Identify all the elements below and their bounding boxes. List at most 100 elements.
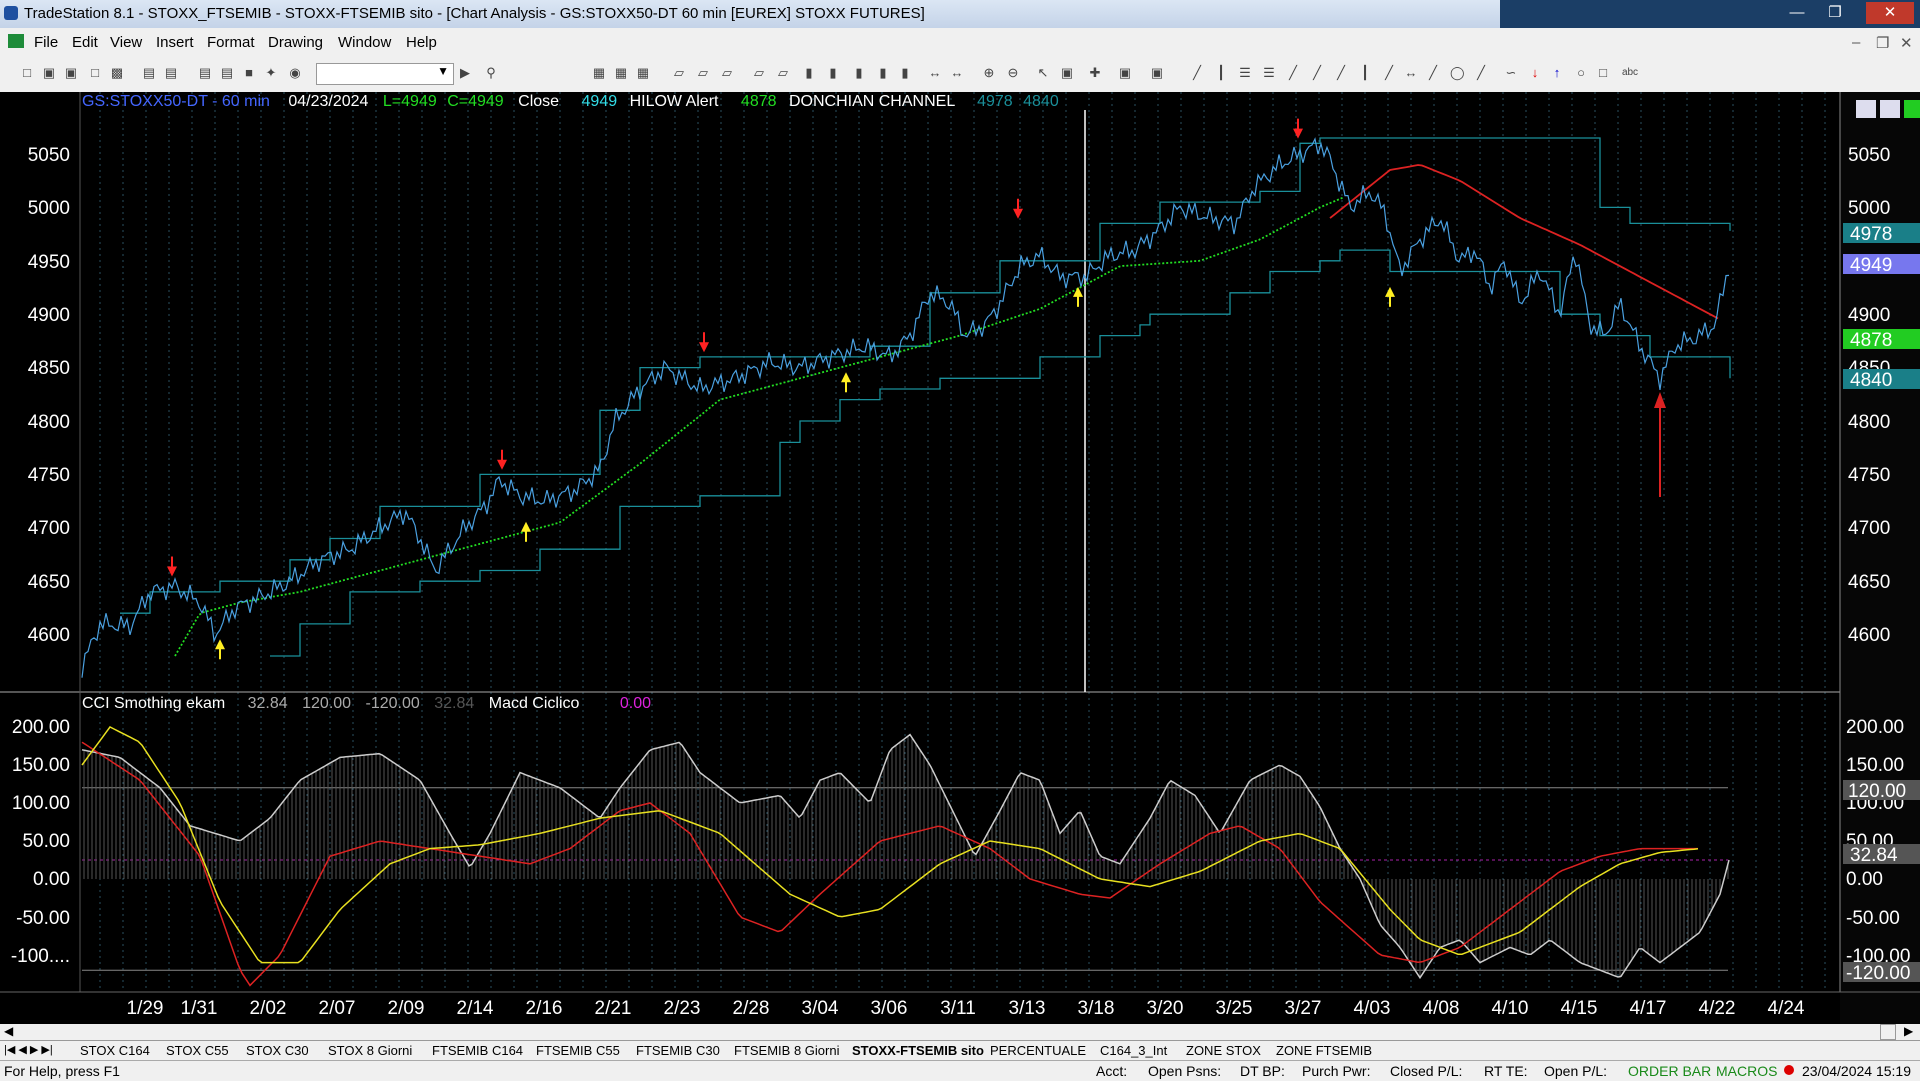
vertical-lines-icon[interactable]: ┃ xyxy=(1214,66,1228,80)
down-arrow-icon[interactable]: ↓ xyxy=(1528,66,1542,80)
chart-area[interactable]: GS:STOXX50-DT - 60 min 04/23/2024 L=4949… xyxy=(0,92,1920,1024)
badge-lower: 4840 xyxy=(1850,370,1892,391)
workspace-icon[interactable]: ▱ xyxy=(752,66,766,80)
chart-minimize-button[interactable] xyxy=(1856,100,1876,118)
mdi-minimize-button[interactable]: – xyxy=(1852,34,1860,51)
chevron-down-icon[interactable]: ▼ xyxy=(437,64,449,78)
menu-drawing[interactable]: Drawing xyxy=(268,34,323,51)
speed-lines-icon[interactable]: ╱ xyxy=(1286,66,1300,80)
play-icon[interactable]: ▶ xyxy=(458,66,472,80)
matrix-icon[interactable]: ▦ xyxy=(636,66,650,80)
parallel-lines-icon[interactable]: ╱ xyxy=(1426,66,1440,80)
open-icon[interactable]: ▣ xyxy=(42,66,56,80)
new-window-icon[interactable]: □ xyxy=(88,66,102,80)
arrow-lr-icon[interactable]: ↔ xyxy=(1404,66,1418,80)
strategy-icon[interactable]: ▱ xyxy=(696,66,710,80)
rectangle-icon[interactable]: □ xyxy=(1596,66,1610,80)
freehand-icon[interactable]: ╱ xyxy=(1474,66,1488,80)
tab-stox-c164[interactable]: STOX C164 xyxy=(80,1043,150,1058)
disabled-icon[interactable]: ▣ xyxy=(1150,66,1164,80)
symbol-input[interactable]: ▼ xyxy=(316,63,454,85)
tab-ftsemib-c30[interactable]: FTSEMIB C30 xyxy=(636,1043,720,1058)
candle-icon[interactable]: ▮ xyxy=(826,66,840,80)
retracement-icon[interactable]: ☰ xyxy=(1262,66,1276,80)
bar-chart-icon[interactable]: ▮ xyxy=(802,66,816,80)
text-icon[interactable]: abc xyxy=(1620,66,1640,80)
zoom-in-icon[interactable]: ⊕ xyxy=(982,66,996,80)
channel-icon[interactable]: ╱ xyxy=(1382,66,1396,80)
lock-icon[interactable]: ■ xyxy=(242,66,256,80)
mdi-close-button[interactable]: ✕ xyxy=(1900,34,1913,52)
arc-icon[interactable]: ◯ xyxy=(1450,66,1465,80)
find-icon[interactable]: ⚲ xyxy=(484,66,498,80)
menu-window[interactable]: Window xyxy=(338,34,391,51)
data-window-icon[interactable]: ▣ xyxy=(1060,66,1074,80)
open-workspace-icon[interactable]: ▣ xyxy=(64,66,78,80)
scroll-left-icon[interactable]: ◀ xyxy=(4,1024,13,1038)
tab-ftsemib-c55[interactable]: FTSEMIB C55 xyxy=(536,1043,620,1058)
macros-icon[interactable]: ◉ xyxy=(288,66,302,80)
gann-fan-icon[interactable]: ╱ xyxy=(1310,66,1324,80)
insert-analysis-icon[interactable]: ▱ xyxy=(776,66,790,80)
close-button[interactable]: ✕ xyxy=(1866,2,1914,24)
menu-edit[interactable]: Edit xyxy=(72,34,98,51)
print-icon[interactable]: ▤ xyxy=(164,66,178,80)
scroll-right-icon[interactable]: ▶ xyxy=(1904,1024,1913,1038)
date-tick: 4/10 xyxy=(1492,998,1529,1019)
tab-stox-c55[interactable]: STOX C55 xyxy=(166,1043,229,1058)
tab-zone-stox[interactable]: ZONE STOX xyxy=(1186,1043,1261,1058)
tab-percentuale[interactable]: PERCENTUALE xyxy=(990,1043,1086,1058)
horizontal-line-icon[interactable]: ☰ xyxy=(1238,66,1252,80)
print-preview-icon[interactable]: ▤ xyxy=(142,66,156,80)
status-order-bar[interactable]: ORDER BAR xyxy=(1628,1063,1711,1079)
mdi-restore-button[interactable]: ❐ xyxy=(1876,34,1889,52)
menu-view[interactable]: View xyxy=(110,34,142,51)
tab-ftsemib-8-giorni[interactable]: FTSEMIB 8 Giorni xyxy=(734,1043,839,1058)
curve-icon[interactable]: ∽ xyxy=(1504,66,1518,80)
tab-stoxx-ftsemib-sito[interactable]: STOXX-FTSEMIB sito xyxy=(852,1043,984,1058)
order-icon[interactable]: ▣ xyxy=(1118,66,1132,80)
date-tick: 2/16 xyxy=(526,998,563,1019)
tab-stox-8-giorni[interactable]: STOX 8 Giorni xyxy=(328,1043,412,1058)
scroll-thumb[interactable] xyxy=(1880,1024,1896,1040)
tab-ftsemib-c164[interactable]: FTSEMIB C164 xyxy=(432,1043,523,1058)
chart-restore-button[interactable] xyxy=(1880,100,1900,118)
expand-icon[interactable]: ↔ xyxy=(928,66,942,80)
maximize-button[interactable]: ❐ xyxy=(1818,2,1852,24)
line-chart-icon[interactable]: ▮ xyxy=(852,66,866,80)
new-icon[interactable]: □ xyxy=(20,66,34,80)
up-arrow-icon[interactable]: ↑ xyxy=(1550,66,1564,80)
pointer-icon[interactable]: ↖ xyxy=(1036,66,1050,80)
minimize-button[interactable]: — xyxy=(1780,2,1814,24)
price-tick-right: 4750 xyxy=(1848,465,1890,486)
indicator-icon[interactable]: ▱ xyxy=(720,66,734,80)
save-icon[interactable]: ▩ xyxy=(110,66,124,80)
ellipse-icon[interactable]: ○ xyxy=(1574,66,1588,80)
menu-format[interactable]: Format xyxy=(207,34,255,51)
horizontal-scrollbar[interactable]: ◀ ▶ xyxy=(0,1024,1920,1040)
chart-analysis-icon[interactable]: ▦ xyxy=(592,66,606,80)
copy-icon[interactable]: ▤ xyxy=(220,66,234,80)
tools-icon[interactable]: ✚ xyxy=(1088,66,1102,80)
menu-help[interactable]: Help xyxy=(406,34,437,51)
radar-screen-icon[interactable]: ▦ xyxy=(614,66,628,80)
refresh-icon[interactable]: ▤ xyxy=(198,66,212,80)
format-icon[interactable]: ✦ xyxy=(264,66,278,80)
indicator-header: CCI Smothing ekam 32.84 120.00 -120.00 3… xyxy=(82,695,651,712)
tab-first-icon[interactable]: |◀ ◀ ▶ ▶| xyxy=(4,1043,53,1056)
tab-stox-c30[interactable]: STOX C30 xyxy=(246,1043,309,1058)
chart-icon[interactable]: ▱ xyxy=(672,66,686,80)
chart-close-button[interactable] xyxy=(1904,100,1920,118)
regression-icon[interactable]: ┃ xyxy=(1358,66,1372,80)
volume-icon[interactable]: ▮ xyxy=(898,66,912,80)
tab-c164-3-int[interactable]: C164_3_Int xyxy=(1100,1043,1167,1058)
menu-insert[interactable]: Insert xyxy=(156,34,194,51)
tab-zone-ftsemib[interactable]: ZONE FTSEMIB xyxy=(1276,1043,1372,1058)
compress-icon[interactable]: ↔ xyxy=(950,66,964,80)
andrews-pitchfork-icon[interactable]: ╱ xyxy=(1334,66,1348,80)
point-figure-icon[interactable]: ▮ xyxy=(876,66,890,80)
trendline-icon[interactable]: ╱ xyxy=(1190,66,1204,80)
menu-file[interactable]: File xyxy=(34,34,58,51)
zoom-out-icon[interactable]: ⊖ xyxy=(1006,66,1020,80)
status-macros[interactable]: MACROS xyxy=(1716,1063,1777,1079)
